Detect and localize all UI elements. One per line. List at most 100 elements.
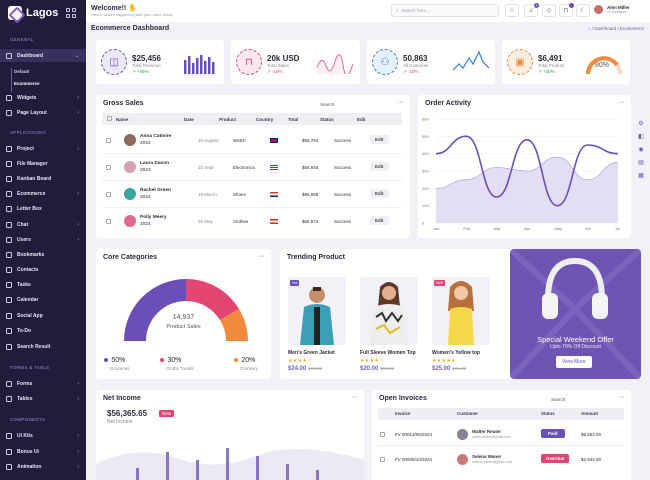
nav-project[interactable]: Project › [0, 142, 86, 155]
product-name[interactable]: Women's Yellow top [432, 350, 480, 356]
search-input[interactable]: ⌕ Search here... [391, 4, 499, 17]
product-tag: 50% [434, 280, 446, 286]
bell-icon[interactable]: ♫ 4 [524, 3, 539, 17]
nav-forms[interactable]: Forms › [0, 377, 86, 390]
palette-icon[interactable]: ◧ [638, 133, 644, 140]
row-checkbox[interactable] [106, 138, 111, 143]
section-components: COMPONENTS [10, 417, 46, 422]
column-header[interactable]: Invoice [395, 411, 411, 416]
select-all-checkbox[interactable] [106, 116, 112, 121]
user-menu[interactable]: Alen Miller UI Designer [593, 4, 630, 15]
moon-icon[interactable]: ☾ [576, 4, 590, 17]
nav-bonus-ui[interactable]: Bonus Ui › [0, 445, 86, 458]
nav-animation[interactable]: Animation › [0, 460, 86, 473]
nav-search-result[interactable]: Search Result [0, 340, 86, 353]
nav-calendar[interactable]: Calendar [0, 293, 86, 306]
more-menu-icon[interactable]: ··· [398, 99, 404, 106]
hand-wave-icon: ✋ [128, 5, 137, 12]
stat-value: 20k USD [267, 54, 300, 63]
column-header[interactable]: Country [256, 113, 288, 125]
nav-ecommerce[interactable]: Ecommerce › [0, 187, 86, 200]
column-header[interactable]: Name [116, 113, 184, 125]
search-icon: ⌕ [396, 8, 399, 13]
column-header[interactable]: Date [184, 113, 219, 125]
nav-label: Page Layout [17, 109, 47, 116]
product-name[interactable]: Full Sleeve Women Top [360, 350, 416, 356]
column-header[interactable]: Edit [357, 113, 402, 125]
more-menu-icon[interactable]: ··· [352, 394, 358, 401]
row-checkbox[interactable] [106, 219, 111, 224]
nav-bookmarks[interactable]: Bookmarks [0, 248, 86, 261]
avatar [124, 215, 136, 227]
settings-icon[interactable]: ⚙ [638, 120, 643, 127]
y-tick-label: 400 [422, 151, 429, 156]
row-date: 15 Sept [198, 165, 214, 170]
gauge-value: 80% [595, 62, 610, 69]
nav-widgets[interactable]: Widgets › [0, 91, 86, 104]
message-icon[interactable]: ◇ [542, 4, 556, 17]
product-image[interactable]: Hot [288, 277, 346, 345]
grid-menu-icon[interactable] [66, 8, 76, 18]
more-menu-icon[interactable]: ··· [259, 253, 265, 260]
open-invoices-card: Open Invoices Search ··· Invoice Custome… [372, 390, 631, 480]
nav-users[interactable]: Users › [0, 233, 86, 246]
table-search-label[interactable]: Search [320, 102, 334, 107]
y-tick-label: 100 [422, 203, 429, 208]
column-header[interactable]: Amount [581, 411, 598, 416]
nav-dashboard[interactable]: Dashboard ⌄ [0, 49, 86, 62]
row-checkbox[interactable] [106, 192, 111, 197]
product-image[interactable]: 50% [432, 277, 490, 345]
card-title: Open Invoices [379, 395, 427, 402]
status-badge[interactable]: Paid [541, 429, 565, 438]
nav-sub-ecommerce[interactable]: Ecommerce [14, 81, 40, 86]
row-checkbox[interactable] [380, 432, 385, 437]
edit-button[interactable]: Edit [370, 189, 389, 198]
nav-page-layout[interactable]: Page Layout › [0, 106, 86, 119]
nav-kanban[interactable]: Kanban Board [0, 172, 86, 185]
layout-icon[interactable]: ▤ [638, 159, 644, 166]
row-total: $65,874 [302, 219, 319, 224]
nav-contacts[interactable]: Contacts [0, 263, 86, 276]
nav-letter-box[interactable]: Letter Box [0, 202, 86, 215]
promo-subtitle: Upto 70% Off Discount [550, 344, 601, 350]
view-more-button[interactable]: View More [556, 356, 592, 368]
edit-button[interactable]: Edit [370, 162, 389, 171]
product-name[interactable]: Men's Green Jacket [288, 350, 335, 356]
more-menu-icon[interactable]: ··· [619, 99, 625, 106]
nav-label: Forms [17, 380, 33, 387]
nav-file-manager[interactable]: File Manager [0, 157, 86, 170]
nav-label: Ui Kits [17, 432, 33, 439]
status-badge[interactable]: Overdue [541, 454, 570, 463]
app-logo[interactable]: Lagos [8, 6, 58, 20]
edit-button[interactable]: Edit [370, 135, 389, 144]
column-header[interactable]: Product [219, 113, 256, 125]
product-image[interactable] [360, 277, 418, 345]
column-header[interactable]: Total [288, 113, 320, 125]
breadcrumb-dashboard[interactable]: Dashboard [594, 26, 616, 31]
table-search-label[interactable]: Search [551, 397, 565, 402]
column-header[interactable]: Status [320, 113, 357, 125]
nav-sub-default[interactable]: Default [14, 69, 29, 74]
nav-chat[interactable]: Chat › [0, 218, 86, 231]
row-checkbox[interactable] [380, 457, 385, 462]
nav-tasks[interactable]: Tasks [0, 278, 86, 291]
nav-tables[interactable]: Tables › [0, 392, 86, 405]
grid-icon[interactable]: ▦ [638, 172, 644, 179]
column-header[interactable]: Customer [457, 411, 478, 416]
column-header[interactable]: Status [541, 411, 555, 416]
revenue-mini-chart [184, 55, 215, 74]
nav-ui-kits[interactable]: Ui Kits › [0, 429, 86, 442]
nav-social-app[interactable]: Social App [0, 309, 86, 322]
star-icon[interactable]: ☆ [505, 4, 519, 17]
welcome-title: Welcome!! ✋ [91, 5, 137, 12]
customer-name: Selena Waner [472, 454, 502, 459]
row-checkbox[interactable] [106, 165, 111, 170]
widget-icon [6, 94, 12, 101]
x-tick-label: Jun [585, 226, 591, 231]
cart-icon[interactable]: ⊓ [559, 3, 574, 17]
theme-icon[interactable]: ◉ [638, 146, 643, 153]
more-menu-icon[interactable]: ··· [619, 394, 625, 401]
nav-label: Users [17, 236, 31, 243]
nav-todo[interactable]: To-Do [0, 324, 86, 337]
edit-button[interactable]: Edit [370, 216, 389, 225]
